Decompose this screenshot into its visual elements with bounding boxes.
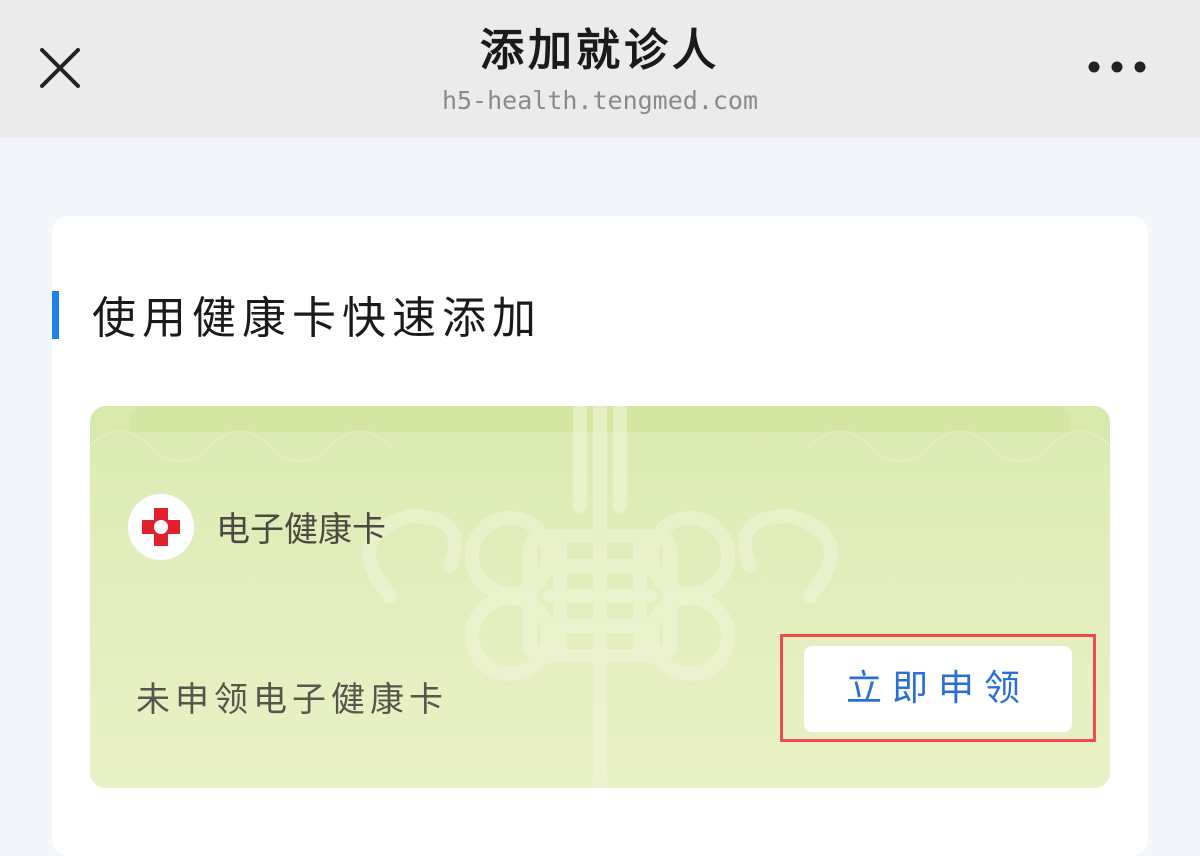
section-title: 使用健康卡快速添加: [92, 293, 542, 344]
red-cross-icon: [128, 494, 194, 560]
section-accent-bar: [52, 291, 59, 339]
card-name: 电子健康卡: [216, 510, 386, 550]
page-url: h5-health.tengmed.com: [441, 86, 759, 115]
health-card: 电子健康卡 未申领电子健康卡 立即申领: [90, 406, 1110, 788]
card-status-text: 未申领电子健康卡: [136, 680, 448, 720]
page-title: 添加就诊人: [480, 25, 720, 76]
more-horizontal-icon[interactable]: [1082, 52, 1152, 82]
apply-now-button[interactable]: 立即申领: [804, 646, 1072, 732]
top-bar: 添加就诊人 h5-health.tengmed.com: [0, 0, 1200, 138]
add-patient-card: 使用健康卡快速添加 电子健康卡 未申领电子健康卡 立即申领: [52, 216, 1148, 856]
